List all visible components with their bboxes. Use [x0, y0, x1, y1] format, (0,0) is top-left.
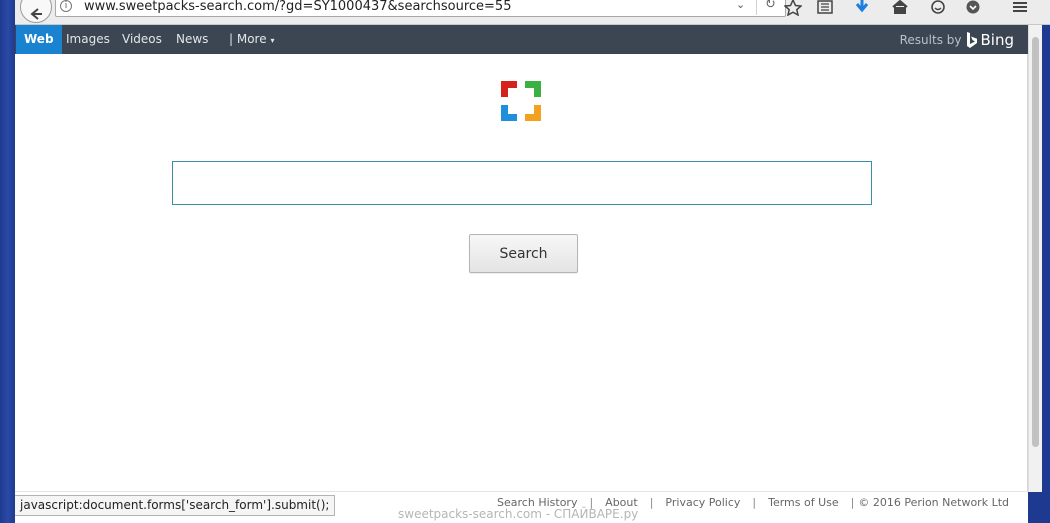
emoji-icon[interactable] [928, 0, 948, 16]
footer-separator: | [649, 496, 654, 509]
back-arrow-icon [30, 8, 42, 20]
watermark-text: sweetpacks-search.com - СПАЙВАРЕ.ру [398, 507, 639, 521]
footer-separator: | [850, 496, 855, 509]
bing-label: Bing [980, 31, 1015, 49]
home-icon[interactable] [890, 0, 910, 16]
tab-more-label: | More [229, 32, 267, 46]
results-by-label: Results by [899, 33, 962, 47]
reload-icon[interactable]: ↻ [765, 0, 776, 12]
logo-blue-piece [501, 105, 517, 121]
footer-copyright: © 2016 Perion Network Ltd [858, 496, 1009, 509]
footer-link-terms[interactable]: Terms of Use [768, 496, 839, 509]
tab-more[interactable]: | More ▾ [222, 25, 281, 54]
results-by-bing: Results by Bing [900, 31, 1014, 49]
tab-web[interactable]: Web [16, 25, 62, 54]
search-button[interactable]: Search [469, 234, 578, 273]
download-icon[interactable] [852, 0, 872, 16]
star-icon[interactable] [783, 0, 803, 16]
status-bar: javascript:document.forms['search_form']… [15, 495, 336, 516]
logo-red-piece [501, 81, 517, 97]
search-input[interactable] [172, 161, 872, 205]
scrollbar-thumb[interactable] [1032, 37, 1039, 447]
logo-orange-piece [525, 105, 541, 121]
tab-news[interactable]: News [169, 25, 215, 54]
reading-list-icon[interactable] [815, 0, 835, 16]
logo-green-piece [525, 81, 541, 97]
info-icon[interactable]: i [60, 0, 72, 12]
menu-icon[interactable] [1010, 0, 1030, 16]
tab-videos[interactable]: Videos [115, 25, 169, 54]
pocket-icon[interactable] [963, 0, 983, 16]
browser-toolbar: i ⌄ ↻ [15, 0, 1050, 25]
url-bar[interactable]: i ⌄ ↻ [55, 0, 786, 17]
footer-separator: | [752, 496, 757, 509]
search-nav-bar: Web Images Videos News | More ▾ Results … [15, 25, 1028, 54]
sweetpacks-logo [501, 81, 541, 121]
page-content: Web Images Videos News | More ▾ Results … [15, 25, 1028, 492]
url-separator [756, 0, 757, 15]
chevron-down-icon: ▾ [270, 36, 275, 45]
scrollbar[interactable] [1028, 25, 1042, 492]
bing-logo-icon [966, 31, 977, 48]
dropdown-icon[interactable]: ⌄ [736, 0, 745, 11]
tab-images[interactable]: Images [59, 25, 117, 54]
back-button[interactable] [20, 0, 52, 23]
footer-link-privacy[interactable]: Privacy Policy [665, 496, 740, 509]
desktop-background: i ⌄ ↻ Web Images [0, 0, 1050, 523]
url-input[interactable] [84, 0, 724, 15]
